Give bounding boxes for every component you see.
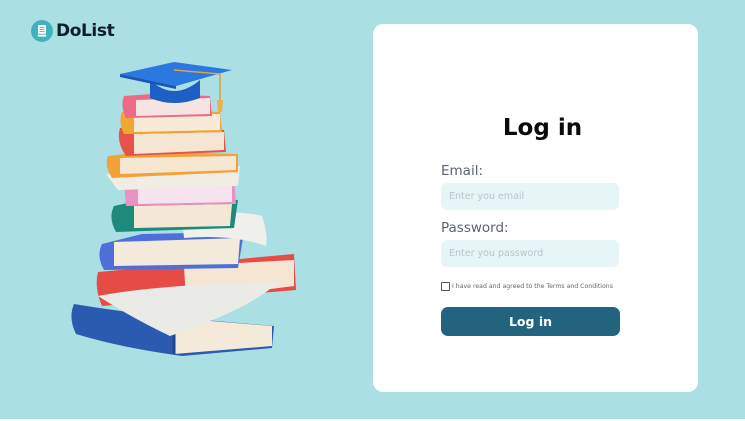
book-stack-graduation-cap-icon (71, 62, 296, 356)
terms-checkbox[interactable] (441, 282, 450, 291)
login-button[interactable]: Log in (441, 307, 620, 336)
login-page: DoList Log in Email: Enter you email Pas… (0, 0, 745, 419)
email-label: Email: (441, 163, 484, 179)
terms-label[interactable]: I have read and agreed to the Terms and … (452, 283, 613, 290)
login-title: Log in (502, 115, 583, 141)
email-field[interactable] (441, 183, 619, 210)
password-label: Password: (441, 220, 509, 236)
password-field[interactable] (441, 240, 619, 267)
notepad-icon (31, 20, 53, 42)
brand-name: DoList (56, 21, 115, 41)
terms-row: I have read and agreed to the Terms and … (441, 282, 613, 291)
brand-logo[interactable]: DoList (31, 20, 115, 42)
